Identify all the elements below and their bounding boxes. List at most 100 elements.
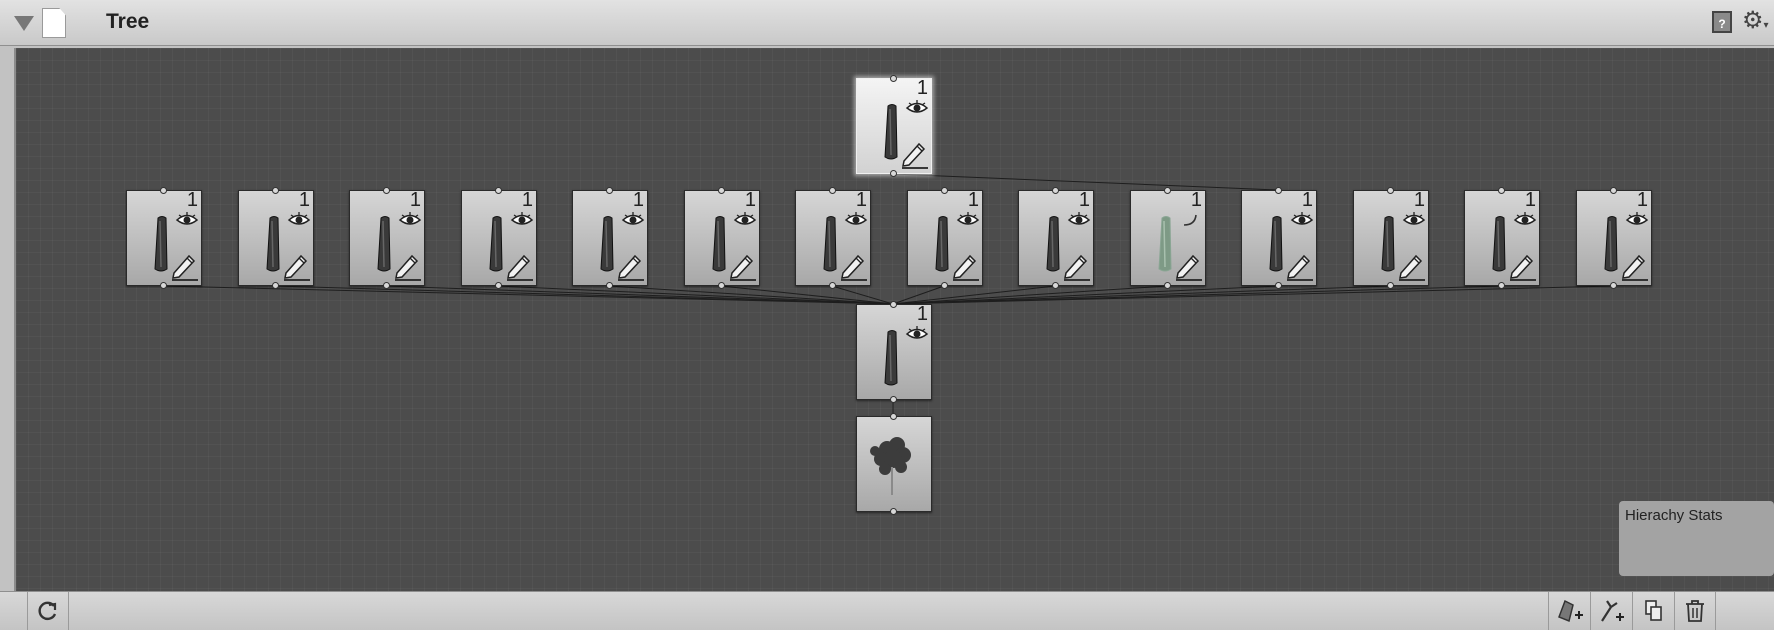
input-port[interactable]: [1275, 187, 1282, 194]
frequency-count: 1: [967, 189, 979, 211]
duplicate-icon: [1644, 600, 1662, 621]
input-port[interactable]: [1387, 187, 1394, 194]
branch-group-node[interactable]: 1: [1576, 187, 1652, 289]
input-port[interactable]: [160, 187, 167, 194]
input-port[interactable]: [890, 75, 897, 82]
pencil-icon: [507, 254, 533, 281]
input-port[interactable]: [1610, 187, 1617, 194]
output-port[interactable]: [1610, 282, 1617, 289]
refresh-icon: [38, 601, 57, 621]
add-branch-group-button[interactable]: [1590, 592, 1632, 630]
output-port[interactable]: [272, 282, 279, 289]
pencil-icon: [618, 254, 644, 281]
input-port[interactable]: [383, 187, 390, 194]
document-icon: [42, 8, 66, 38]
refresh-button[interactable]: [27, 592, 69, 630]
pencil-icon: [953, 254, 979, 281]
tree-root-node[interactable]: [856, 413, 932, 515]
trunk-branch-node[interactable]: 1: [856, 301, 932, 403]
branch-group-node[interactable]: 1: [1464, 187, 1540, 289]
branch-group-node[interactable]: 1: [795, 187, 871, 289]
frequency-count: 1: [298, 189, 310, 211]
node-graph-canvas[interactable]: Hierachy Stats 1 1 1 1 1 1 1 1 1 1 1 1 1…: [14, 48, 1774, 591]
eye-icon: [905, 100, 929, 113]
frequency-count: 1: [1078, 189, 1090, 211]
input-port[interactable]: [495, 187, 502, 194]
help-book-icon[interactable]: ?: [1712, 11, 1732, 33]
branch-group-node[interactable]: 1: [572, 187, 648, 289]
input-port[interactable]: [890, 413, 897, 420]
output-port[interactable]: [941, 282, 948, 289]
input-port[interactable]: [890, 301, 897, 308]
frequency-count: 1: [1413, 189, 1425, 211]
eye-icon: [510, 212, 534, 225]
collapse-triangle-icon[interactable]: [14, 16, 34, 31]
frequency-count: 1: [855, 189, 867, 211]
trash-icon: [1686, 600, 1704, 622]
frequency-count: 1: [1636, 189, 1648, 211]
gear-icon[interactable]: ⚙▾: [1742, 6, 1769, 35]
input-port[interactable]: [718, 187, 725, 194]
branch-group-node[interactable]: 1: [461, 187, 537, 289]
branch-group-node[interactable]: 1: [907, 187, 983, 289]
root-branch-node[interactable]: 1: [856, 75, 932, 177]
output-port[interactable]: [160, 282, 167, 289]
frequency-count: 1: [409, 189, 421, 211]
output-port[interactable]: [890, 170, 897, 177]
frequency-count: 1: [916, 303, 928, 325]
input-port[interactable]: [272, 187, 279, 194]
frequency-count: 1: [916, 77, 928, 99]
output-port[interactable]: [1275, 282, 1282, 289]
output-port[interactable]: [606, 282, 613, 289]
input-port[interactable]: [829, 187, 836, 194]
pencil-icon: [1399, 254, 1425, 281]
eye-icon: [287, 212, 311, 225]
branch-group-node[interactable]: 1: [1353, 187, 1429, 289]
input-port[interactable]: [1164, 187, 1171, 194]
pencil-icon: [902, 142, 928, 169]
hierarchy-stats-panel: Hierachy Stats: [1619, 501, 1774, 576]
branch-group-node[interactable]: 1: [684, 187, 760, 289]
output-port[interactable]: [1387, 282, 1394, 289]
output-port[interactable]: [1052, 282, 1059, 289]
connection-line: [274, 285, 894, 305]
eye-icon: [956, 212, 980, 225]
output-port[interactable]: [718, 282, 725, 289]
output-port[interactable]: [890, 396, 897, 403]
branch-group-node[interactable]: 1: [1241, 187, 1317, 289]
input-port[interactable]: [1052, 187, 1059, 194]
eye-icon: [398, 212, 422, 225]
output-port[interactable]: [1164, 282, 1171, 289]
input-port[interactable]: [606, 187, 613, 194]
branch-group-node[interactable]: 1: [349, 187, 425, 289]
connection-line: [892, 285, 1614, 305]
branch-group-node[interactable]: 1: [1130, 187, 1206, 289]
branch-group-node[interactable]: 1: [238, 187, 314, 289]
hierarchy-stats-title: Hierachy Stats: [1625, 507, 1723, 524]
output-port[interactable]: [829, 282, 836, 289]
branch-group-node[interactable]: 1: [126, 187, 202, 289]
footer-toolbar: [0, 591, 1774, 630]
eye-icon: [621, 212, 645, 225]
duplicate-button[interactable]: [1632, 592, 1674, 630]
pencil-icon: [1510, 254, 1536, 281]
eye-icon: [844, 212, 868, 225]
add-branch-icon: [1600, 600, 1624, 622]
input-port[interactable]: [941, 187, 948, 194]
branch-group-node[interactable]: 1: [1018, 187, 1094, 289]
output-port[interactable]: [495, 282, 502, 289]
output-port[interactable]: [383, 282, 390, 289]
frequency-count: 1: [1190, 189, 1202, 211]
delete-button[interactable]: [1674, 592, 1716, 630]
pencil-icon: [284, 254, 310, 281]
output-port[interactable]: [1498, 282, 1505, 289]
eye-icon: [1067, 212, 1091, 225]
output-port[interactable]: [890, 508, 897, 515]
frequency-count: 1: [632, 189, 644, 211]
frequency-count: 1: [186, 189, 198, 211]
eye-icon: [1290, 212, 1314, 225]
add-leaf-group-button[interactable]: [1548, 592, 1590, 630]
pencil-icon: [841, 254, 867, 281]
input-port[interactable]: [1498, 187, 1505, 194]
add-leaf-icon: [1557, 599, 1583, 623]
